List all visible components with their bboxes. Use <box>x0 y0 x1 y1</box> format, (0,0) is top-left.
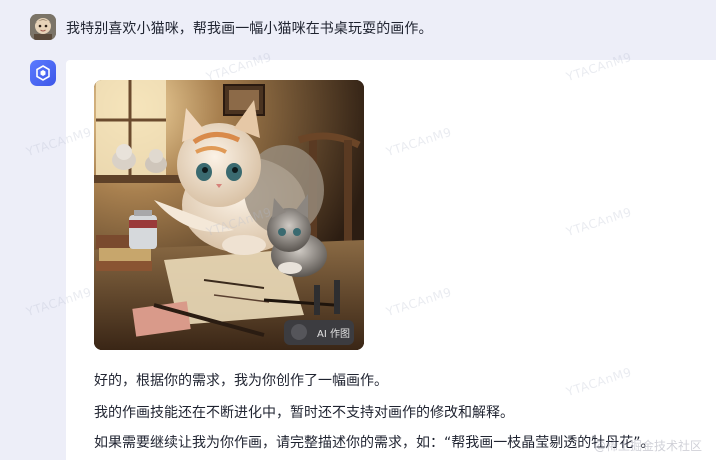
user-avatar[interactable] <box>30 14 56 40</box>
generated-image[interactable]: AI 作图 <box>94 80 364 350</box>
reply-text-line-3: 如果需要继续让我为你作画，请完整描述你的需求，如：“帮我画一枝晶莹剔透的牡丹花”… <box>94 435 655 451</box>
user-message-row: 我特别喜欢小猫咪，帮我画一幅小猫咪在书桌玩耍的画作。 <box>0 0 716 58</box>
chat-page: 我特别喜欢小猫咪，帮我画一幅小猫咪在书桌玩耍的画作。 AI 作图 好的，根据你的… <box>0 0 716 460</box>
reply-text-line-2: 我的作画技能还在不断进化中，暂时还不支持对画作的修改和解释。 <box>94 405 514 421</box>
avatar-icon <box>30 14 56 40</box>
user-message-text: 我特别喜欢小猫咪，帮我画一幅小猫咪在书桌玩耍的画作。 <box>66 21 433 37</box>
kitten-painting-image <box>94 80 364 350</box>
bot-logo-icon <box>36 65 50 81</box>
ai-image-badge: AI 作图 <box>317 329 350 340</box>
bot-avatar[interactable] <box>30 60 56 86</box>
reply-text-line-1: 好的，根据你的需求，我为你创作了一幅画作。 <box>94 373 388 389</box>
